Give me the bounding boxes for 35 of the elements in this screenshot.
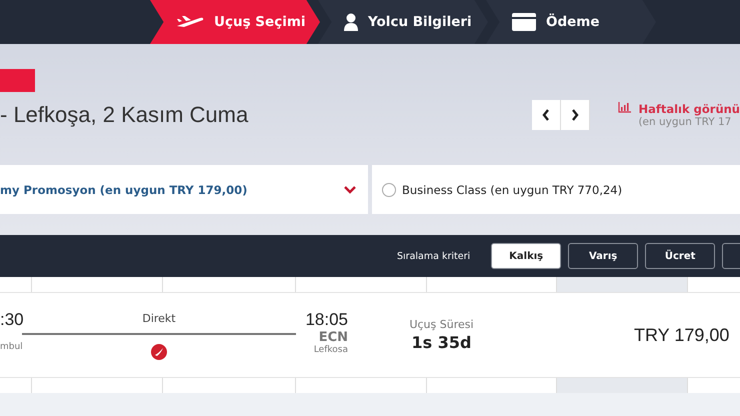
person-icon: [344, 13, 358, 31]
departure-city: mbul: [0, 342, 22, 352]
radio-button[interactable]: [382, 182, 396, 196]
departure-time: :30: [0, 310, 22, 330]
step-label: Ödeme: [546, 14, 600, 30]
sort-button[interactable]: Varış: [568, 243, 638, 269]
chevron-right-icon: [571, 109, 580, 121]
step-tab[interactable]: Yolcu Bilgileri: [318, 0, 488, 44]
arrival-time: 18:05: [305, 310, 348, 330]
card-icon: [512, 13, 536, 31]
promo-tag: [0, 69, 35, 92]
cabin-dropdown[interactable]: my Promosyon (en uygun TRY 179,00): [0, 165, 368, 214]
chevron-left-icon: [542, 109, 550, 121]
route-title: - Lefkoşa, 2 Kasım Cuma: [0, 102, 250, 128]
step-tab[interactable]: Uçuş Seçimi: [150, 0, 320, 44]
duration-label: Uçuş Süresi: [409, 318, 474, 331]
arrival-code: ECN: [318, 330, 348, 345]
cabin-option[interactable]: Business Class (en uygun TRY 770,24): [372, 165, 740, 214]
cabin-label: Business Class (en uygun TRY 770,24): [402, 182, 622, 196]
bar-chart-icon: [618, 102, 632, 113]
airline-logo-icon: [151, 344, 167, 360]
flight-price: TRY 179,00: [634, 324, 730, 346]
flight-card[interactable]: :30 mbul Direkt 18:05 ECN Lefkosa Uçuş Süresi 1s 35d TRY 179,00: [0, 292, 740, 378]
cabin-label: my Promosyon (en uygun TRY 179,00): [0, 182, 248, 196]
flight-duration: 1s 35d: [412, 333, 472, 352]
sort-button[interactable]: Ücret: [645, 243, 716, 269]
arrival-city: Lefkosa: [314, 345, 348, 355]
sort-label: Sıralama kriteri: [397, 250, 470, 262]
step-tab[interactable]: Ödeme: [486, 0, 656, 44]
weekly-price-note: (en uygun TRY 17: [638, 116, 732, 128]
stops-label: Direkt: [142, 312, 176, 325]
step-label: Uçuş Seçimi: [214, 14, 306, 30]
step-label: Yolcu Bilgileri: [368, 14, 472, 30]
sort-button[interactable]: Kalkış: [491, 243, 562, 269]
airplane-icon: [176, 15, 204, 29]
